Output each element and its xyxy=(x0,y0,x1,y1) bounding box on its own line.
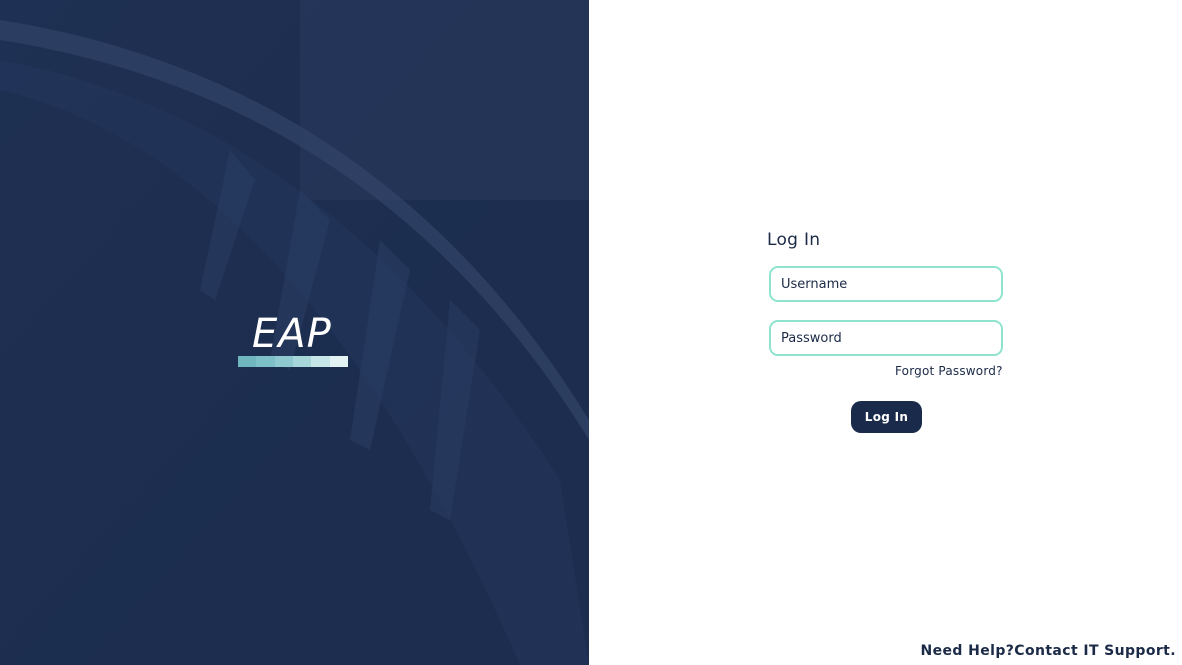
logo-bar-segment xyxy=(256,356,275,367)
login-button[interactable]: Log In xyxy=(851,401,922,433)
hero-panel: EAP xyxy=(0,0,589,665)
forgot-password-link[interactable]: Forgot Password? xyxy=(895,364,1003,378)
help-footer: Need Help?Contact IT Support. xyxy=(921,643,1177,659)
logo-bar-segment xyxy=(329,356,348,367)
password-input[interactable] xyxy=(769,320,1003,356)
logo-bar-segment xyxy=(292,356,312,367)
logo-bar-segment xyxy=(274,356,293,367)
logo-bar-segment xyxy=(238,356,257,367)
login-title: Log In xyxy=(767,230,821,250)
logo-wordmark: EAP xyxy=(252,311,332,357)
eap-logo: EAP xyxy=(238,314,348,368)
contact-it-support-link[interactable]: Contact IT Support. xyxy=(1014,643,1176,659)
logo-bar-segment xyxy=(311,356,330,367)
help-prefix: Need Help? xyxy=(920,643,1015,659)
logo-color-bar xyxy=(238,356,348,367)
username-input[interactable] xyxy=(769,266,1003,302)
